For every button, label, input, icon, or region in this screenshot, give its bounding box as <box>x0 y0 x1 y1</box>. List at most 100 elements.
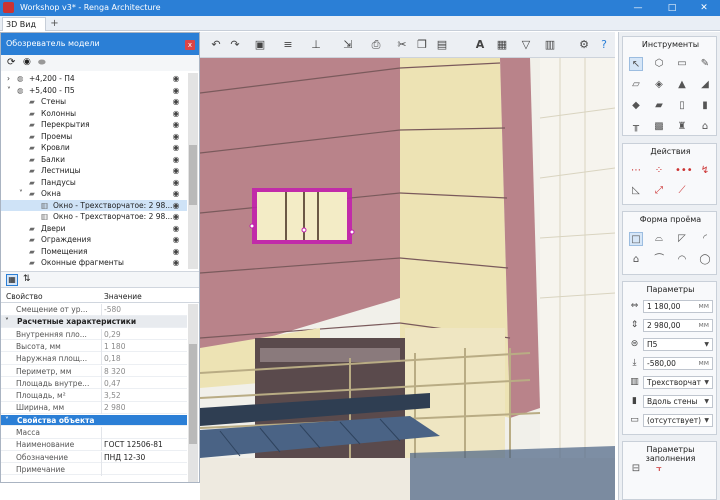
slab-tool-icon[interactable]: ▱ <box>629 78 643 92</box>
beam-tool-icon[interactable]: ◢ <box>698 78 712 92</box>
property-row[interactable]: Высота, мм 1 180 <box>1 340 187 353</box>
categorized-view-icon[interactable]: ▦ <box>6 274 18 286</box>
text-icon[interactable]: A <box>472 37 488 53</box>
dropdown-arrow-icon[interactable]: ▼ <box>704 396 709 407</box>
array-action-icon[interactable]: ↯ <box>698 164 712 178</box>
3d-viewport[interactable] <box>200 58 615 500</box>
grid-icon[interactable]: ▦ <box>494 37 510 53</box>
close-window-button[interactable]: ✕ <box>688 0 720 16</box>
settings-icon[interactable]: ⚙ <box>576 37 592 53</box>
rect-shape-icon[interactable]: □ <box>629 232 643 246</box>
corner-shape-icon[interactable]: ◸ <box>675 232 689 246</box>
property-group[interactable]: ˅ Расчетные характеристики <box>1 316 187 328</box>
print-icon[interactable]: ⎙ <box>368 37 384 53</box>
tree-item[interactable]: ▰ Колонны ◉ <box>1 108 187 120</box>
column-tool-icon[interactable]: ▭ <box>675 57 689 71</box>
chevron-right-icon[interactable]: › <box>7 73 10 85</box>
tree-item[interactable]: ▰ Ограждения ◉ <box>1 234 187 246</box>
visibility-eye-icon[interactable]: ◉ <box>171 143 181 152</box>
stair-tool-icon[interactable]: ◆ <box>629 99 643 113</box>
add-tab-button[interactable]: + <box>48 18 61 30</box>
opening-tool-icon[interactable]: ◈ <box>652 78 666 92</box>
visibility-eye-icon[interactable]: ◉ <box>171 109 181 118</box>
round-corner-shape-icon[interactable]: ◜ <box>698 232 712 246</box>
tab-3d-view[interactable]: 3D Вид <box>2 17 46 31</box>
chevron-down-icon[interactable]: ˅ <box>5 415 9 427</box>
room-tool-icon[interactable]: ▩ <box>652 120 666 134</box>
dropdown-arrow-icon[interactable]: ▼ <box>704 377 709 388</box>
chevron-down-icon[interactable]: ˅ <box>7 85 11 97</box>
eye-toggle-icon[interactable]: ◉ <box>23 57 31 67</box>
visibility-eye-icon[interactable]: ◉ <box>171 247 181 256</box>
parameter-field[interactable]: (отсутствует) ▼ <box>643 414 713 427</box>
view-cube-icon[interactable]: ▣ <box>252 37 268 53</box>
fill-window-icon[interactable]: ⊟ <box>629 462 643 476</box>
visibility-eye-icon[interactable]: ◉ <box>171 224 181 233</box>
tree-item[interactable]: ▰ Пандусы ◉ <box>1 177 187 189</box>
minimize-button[interactable]: — <box>622 0 654 16</box>
help-icon[interactable]: ? <box>596 37 612 53</box>
dropdown-arrow-icon[interactable]: ▼ <box>704 415 709 426</box>
stretch-action-icon[interactable]: ⟋ <box>675 184 689 198</box>
visibility-eye-icon[interactable]: ◉ <box>171 258 181 267</box>
property-row[interactable]: Обозначение ПНД 12-30 <box>1 451 187 464</box>
dropdown-arrow-icon[interactable]: ▼ <box>704 339 709 350</box>
gothic-shape-icon[interactable]: ⏜ <box>652 253 666 267</box>
property-value[interactable]: 0,29 <box>104 329 121 341</box>
tree-item[interactable]: ▰ Кровли ◉ <box>1 142 187 154</box>
undo-icon[interactable]: ↶ <box>208 37 224 53</box>
visibility-eye-icon[interactable]: ◉ <box>171 132 181 141</box>
property-value[interactable]: ГОСТ 12506-81 <box>104 439 163 451</box>
tree-item[interactable]: ▰ Стены ◉ <box>1 96 187 108</box>
visibility-icon[interactable]: ▥ <box>542 37 558 53</box>
cut-icon[interactable]: ✂ <box>394 37 410 53</box>
roof-tool-icon[interactable]: ▲ <box>675 78 689 92</box>
tree-scroll-thumb[interactable] <box>189 145 197 205</box>
move-action-icon[interactable]: ⋯ <box>629 164 643 178</box>
hide-toggle-icon[interactable]: ⬬ <box>38 58 46 68</box>
property-value[interactable]: 1 180 <box>104 341 125 353</box>
filter-icon[interactable]: ▽ <box>518 37 534 53</box>
ramp-tool-icon[interactable]: ▰ <box>652 99 666 113</box>
sort-alpha-icon[interactable]: ⇅ <box>23 274 31 284</box>
scale-action-icon[interactable]: ⤢ <box>652 184 666 198</box>
visibility-eye-icon[interactable]: ◉ <box>171 178 181 187</box>
export-icon[interactable]: ⇲ <box>340 37 356 53</box>
chevron-down-icon[interactable]: ˅ <box>19 188 23 200</box>
equipment-tool-icon[interactable]: ♜ <box>675 120 689 134</box>
property-row[interactable]: Площадь, м² 3,52 <box>1 390 187 403</box>
refresh-icon[interactable]: ⟳ <box>7 57 15 68</box>
tree-item[interactable]: ▰ Перекрытия ◉ <box>1 119 187 131</box>
visibility-eye-icon[interactable]: ◉ <box>171 97 181 106</box>
tree-item[interactable]: ▰ Проемы ◉ <box>1 131 187 143</box>
fill-sill-icon[interactable]: ⫟ <box>652 462 666 476</box>
visibility-eye-icon[interactable]: ◉ <box>171 86 181 95</box>
property-row[interactable]: Примечание <box>1 463 187 476</box>
window-tool-icon[interactable]: ▯ <box>675 99 689 113</box>
visibility-eye-icon[interactable]: ◉ <box>171 212 181 221</box>
stamp-icon[interactable]: ⊥ <box>308 37 324 53</box>
tree-item[interactable]: ▰ Лестницы ◉ <box>1 165 187 177</box>
pointed-shape-icon[interactable]: ⌂ <box>629 253 643 267</box>
parameter-field[interactable]: Вдоль стены ▼ <box>643 395 713 408</box>
pen-tool-icon[interactable]: ✎ <box>698 57 712 71</box>
chevron-down-icon[interactable]: ˅ <box>5 316 9 328</box>
property-value[interactable]: 3,52 <box>104 390 121 402</box>
visibility-eye-icon[interactable]: ◉ <box>171 235 181 244</box>
wall-tool-icon[interactable]: ⬡ <box>652 57 666 71</box>
tree-item[interactable]: ▥ Окно - Трехстворчатое: 2 98... ◉ <box>1 211 187 223</box>
tree-item[interactable]: ▥ Окно - Трехстворчатое: 2 98... ◉ <box>1 199 187 211</box>
property-value[interactable]: 0,18 <box>104 353 121 365</box>
property-row[interactable]: Внутренняя пло... 0,29 <box>1 328 187 341</box>
ellipse-shape-icon[interactable]: ◯ <box>698 253 712 267</box>
parameter-field[interactable]: Трехстворчат ▼ <box>643 376 713 389</box>
parameter-field[interactable]: 2 980,00 мм <box>643 319 713 332</box>
tree-item[interactable]: ▰ Двери ◉ <box>1 223 187 235</box>
property-value[interactable]: 8 320 <box>104 366 125 378</box>
visibility-eye-icon[interactable]: ◉ <box>171 189 181 198</box>
props-scroll-thumb[interactable] <box>189 344 197 444</box>
tree-item[interactable]: ˅ ◍ +5,400 - П5 ◉ <box>1 85 187 97</box>
property-value[interactable]: -580 <box>104 304 121 316</box>
property-value[interactable]: 2 980 <box>104 402 125 414</box>
tree-item[interactable]: ▰ Оконные фрагменты ◉ <box>1 257 187 269</box>
